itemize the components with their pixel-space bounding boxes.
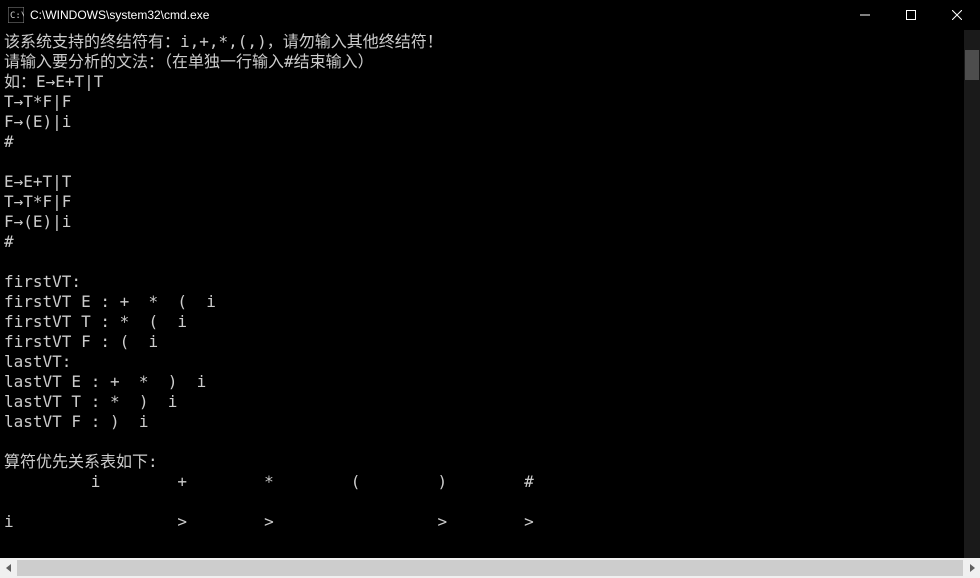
- console-line: firstVT F : ( i: [4, 332, 158, 351]
- window-titlebar: C:\ C:\WINDOWS\system32\cmd.exe: [0, 0, 980, 30]
- horizontal-scrollbar-track[interactable]: [17, 558, 963, 578]
- vertical-scrollbar[interactable]: [964, 30, 980, 558]
- horizontal-scrollbar[interactable]: [0, 558, 980, 578]
- console-line: lastVT T : * ) i: [4, 392, 177, 411]
- console-line: T→T*F|F: [4, 92, 71, 111]
- console-line: i + * ( ) #: [4, 472, 534, 491]
- console-line: 请输入要分析的文法：（在单独一行输入#结束输入）: [4, 52, 374, 71]
- scroll-right-arrow[interactable]: [963, 558, 980, 578]
- console-line: F→(E)|i: [4, 112, 71, 131]
- vertical-scrollbar-thumb[interactable]: [965, 50, 979, 80]
- svg-text:C:\: C:\: [10, 11, 24, 21]
- console-line: T→T*F|F: [4, 192, 71, 211]
- console-line: lastVT:: [4, 352, 71, 371]
- console-line: firstVT T : * ( i: [4, 312, 187, 331]
- window-title: C:\WINDOWS\system32\cmd.exe: [30, 8, 842, 22]
- console-output: 该系统支持的终结符有：i,+,*,(,)，请勿输入其他终结符！ 请输入要分析的文…: [0, 30, 980, 534]
- console-line: firstVT E : + * ( i: [4, 292, 216, 311]
- minimize-button[interactable]: [842, 0, 888, 30]
- console-area[interactable]: 该系统支持的终结符有：i,+,*,(,)，请勿输入其他终结符！ 请输入要分析的文…: [0, 30, 980, 558]
- console-line: i > > > >: [4, 512, 534, 531]
- console-line: E→E+T|T: [4, 172, 71, 191]
- maximize-button[interactable]: [888, 0, 934, 30]
- console-line: #: [4, 232, 14, 251]
- horizontal-scrollbar-thumb[interactable]: [17, 560, 963, 576]
- cmd-icon: C:\: [8, 7, 24, 23]
- console-line: lastVT F : ) i: [4, 412, 149, 431]
- console-line: 该系统支持的终结符有：i,+,*,(,)，请勿输入其他终结符！: [4, 32, 443, 51]
- close-button[interactable]: [934, 0, 980, 30]
- console-line: firstVT:: [4, 272, 81, 291]
- scroll-left-arrow[interactable]: [0, 558, 17, 578]
- window-controls: [842, 0, 980, 30]
- console-line: 算符优先关系表如下:: [4, 452, 158, 471]
- console-line: 如：E→E+T|T: [4, 72, 103, 91]
- console-line: F→(E)|i: [4, 212, 71, 231]
- console-line: #: [4, 132, 14, 151]
- console-line: lastVT E : + * ) i: [4, 372, 206, 391]
